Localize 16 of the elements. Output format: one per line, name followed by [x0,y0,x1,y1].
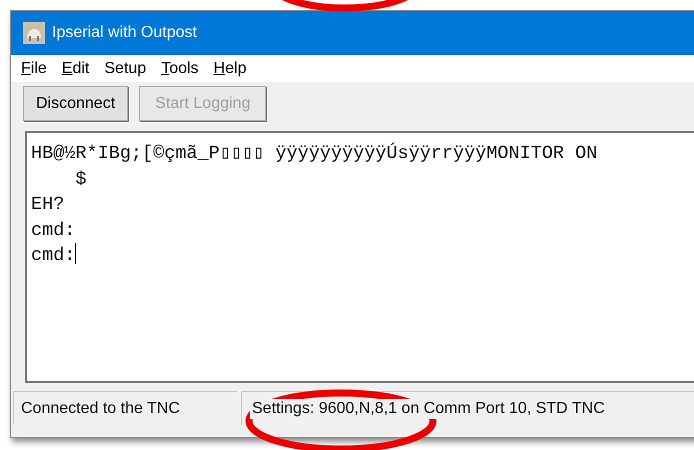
terminal-line: cmd: [31,218,76,242]
terminal-line: EH? [31,193,64,217]
terminal-line: cmd: [31,243,76,268]
menu-item[interactable]: Edit [62,60,90,78]
window-title: Ipserial with Outpost [52,24,197,42]
app-icon [23,22,45,44]
menu-item[interactable]: File [21,60,47,78]
terminal-line: $ [74,168,87,192]
terminal-line: HB@½R*IBg;[©çmã_P▯▯▯▯ ÿÿÿÿÿÿÿÿÿÿÚsÿÿrrÿÿÿMONITOR ON [31,142,598,166]
menu-item[interactable]: Help [214,60,246,78]
menu-item[interactable]: Tools [161,60,199,78]
terminal-area[interactable]: HB@½R*IBg;[©çmã_P▯▯▯▯ ÿÿÿÿÿÿÿÿÿÿÚsÿÿrrÿÿÿMONITOR ON $ EH? cmd: cmd: [25,131,694,383]
disconnect-button[interactable]: Disconnect [23,86,128,121]
menu-item[interactable]: Setup [104,60,146,78]
status-text: Settings: 9600,N,8,1 on Comm Port 10, STD TNC [250,398,607,418]
text-cursor [75,243,76,264]
